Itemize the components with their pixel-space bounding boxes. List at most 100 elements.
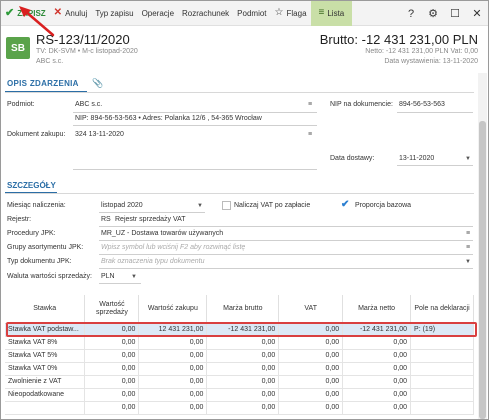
sale-value-cell[interactable]: 0,00	[84, 375, 140, 389]
purchase-value-cell[interactable]: 0,00	[138, 388, 208, 402]
vat-on-payment-checkbox[interactable]	[222, 201, 231, 210]
table-row[interactable]: Nieopodatkowane 0,00 0,00 0,00 0,00 0,00	[5, 388, 474, 402]
rate-cell[interactable]: Stawka VAT 5%	[5, 349, 86, 363]
entry-type-label: Typ zapisu	[95, 8, 134, 18]
settlement-menu[interactable]: Rozrachunek	[178, 1, 233, 26]
table-row[interactable]: Stawka VAT 0% 0,00 0,00 0,00 0,00 0,00	[5, 362, 474, 376]
currency-select[interactable]: PLN	[101, 273, 115, 280]
gear-icon[interactable]: ⚙	[422, 7, 444, 20]
rate-cell[interactable]: Nieopodatkowane	[5, 388, 86, 402]
purchase-value-cell[interactable]: 0,00	[138, 401, 208, 415]
sale-value-cell[interactable]: 0,00	[84, 388, 140, 402]
help-icon[interactable]: ?	[400, 8, 422, 20]
purchase-value-cell[interactable]: 12 431 231,00	[138, 323, 208, 337]
entity-menu[interactable]: Podmiot	[233, 1, 270, 26]
purchase-value-cell[interactable]: 0,00	[138, 362, 208, 376]
column-header[interactable]: Wartość sprzedaży	[84, 295, 140, 324]
sale-value-cell[interactable]: 0,00	[84, 401, 140, 415]
delivery-date-field[interactable]: 13-11-2020	[399, 155, 434, 162]
purchase-value-cell[interactable]: 0,00	[138, 375, 208, 389]
jpk-groups-label: Grupy asortymentu JPK:	[7, 244, 84, 251]
chevron-down-icon[interactable]: ▼	[465, 156, 471, 162]
jpk-groups-input[interactable]: Wpisz symbol lub wciśnij F2 aby rozwinąć…	[101, 244, 245, 251]
sale-value-cell[interactable]: 0,00	[84, 349, 140, 363]
vat-margin-table: Stawka Wartość sprzedaży Wartość zakupu …	[5, 295, 474, 415]
rate-cell[interactable]: Stawka VAT 0%	[5, 362, 86, 376]
table-row[interactable]: 0,00 0,00 0,00 0,00 0,00	[5, 401, 474, 415]
sale-value-cell[interactable]: 0,00	[84, 336, 140, 350]
jpk-procedures-field[interactable]: MR_UZ - Dostawa towarów używanych	[101, 230, 223, 237]
divider	[99, 240, 473, 241]
net-margin-cell: 0,00	[342, 336, 412, 350]
chevron-down-icon[interactable]: ▼	[131, 274, 137, 280]
maximize-icon[interactable]: ☐	[444, 7, 466, 20]
checkmark-icon[interactable]: ✔	[341, 199, 349, 210]
jpk-doc-type-label: Typ dokumentu JPK:	[7, 258, 72, 265]
menu-icon[interactable]: ≡	[466, 244, 470, 251]
menu-icon[interactable]: ≡	[466, 230, 470, 237]
paperclip-icon[interactable]: 📎	[92, 78, 103, 89]
chevron-down-icon[interactable]: ▼	[465, 259, 471, 265]
purchase-value-cell[interactable]: 0,00	[138, 349, 208, 363]
document-number: RS-123/11/2020	[36, 32, 130, 47]
close-icon[interactable]: ✕	[466, 7, 488, 20]
rate-cell[interactable]: Stawka VAT podstaw...	[5, 323, 86, 337]
net-margin-cell: 0,00	[342, 349, 412, 363]
star-icon: ☆	[274, 7, 284, 18]
vat-cell: 0,00	[278, 323, 344, 337]
entity-label: Podmiot	[237, 8, 267, 18]
month-select[interactable]: listopad 2020	[101, 202, 143, 209]
menu-icon[interactable]: ≡	[308, 131, 312, 138]
purchase-doc-field[interactable]: 324 13-11-2020	[75, 131, 124, 138]
table-row[interactable]: Stawka VAT 8% 0,00 0,00 0,00 0,00 0,00	[5, 336, 474, 350]
column-header[interactable]: Marża brutto	[206, 295, 280, 324]
divider	[99, 268, 473, 269]
vertical-scrollbar[interactable]	[478, 73, 487, 419]
column-header[interactable]: VAT	[278, 295, 344, 324]
flag-menu[interactable]: ☆ Flaga	[271, 1, 311, 26]
jpk-doc-type-select[interactable]: Brak oznaczenia typu dokumentu	[101, 258, 205, 265]
sale-value-cell[interactable]: 0,00	[84, 323, 140, 337]
vat-cell: 0,00	[278, 401, 344, 415]
nip-field[interactable]: 894-56-53-563	[399, 101, 445, 108]
cancel-button[interactable]: ✕ Anuluj	[50, 1, 92, 26]
operations-menu[interactable]: Operacje	[138, 1, 178, 26]
gross-total: Brutto: -12 431 231,00 PLN	[319, 32, 478, 47]
table-row[interactable]: Stawka VAT 5% 0,00 0,00 0,00 0,00 0,00	[5, 349, 474, 363]
scrollbar-thumb[interactable]	[479, 121, 486, 419]
entity-name-value[interactable]: ABC s.c.	[75, 101, 102, 108]
net-margin-cell: -12 431 231,00	[342, 323, 412, 337]
register-select[interactable]: Rejestr sprzedaży VAT	[115, 216, 186, 223]
vat-cell: 0,00	[278, 336, 344, 350]
currency-label: Waluta wartości sprzedaży:	[7, 273, 92, 280]
column-header[interactable]: Pole na deklaracji	[410, 295, 474, 324]
vat-on-payment-label: Naliczaj VAT po zapłacie	[234, 202, 311, 209]
list-label: Lista	[327, 8, 345, 18]
menu-icon[interactable]: ≡	[308, 101, 312, 108]
declaration-field-cell	[410, 336, 474, 350]
document-meta: TV: DK-SVM • M-c listopad-2020	[36, 48, 138, 55]
sale-value-cell[interactable]: 0,00	[84, 362, 140, 376]
column-header[interactable]: Marża netto	[342, 295, 412, 324]
rate-cell[interactable]: Stawka VAT 8%	[5, 336, 86, 350]
gross-margin-cell: 0,00	[206, 349, 280, 363]
rate-cell[interactable]	[5, 401, 86, 415]
register-label: Rejestr:	[7, 216, 32, 223]
declaration-field-cell	[410, 349, 474, 363]
nip-field-label: NIP na dokumencie:	[330, 101, 393, 108]
gross-margin-cell: 0,00	[206, 375, 280, 389]
column-header[interactable]: Wartość zakupu	[138, 295, 208, 324]
net-margin-cell: 0,00	[342, 388, 412, 402]
tab-event-description[interactable]: OPIS ZDARZENIA	[7, 79, 79, 88]
table-row[interactable]: Zwolnienie z VAT 0,00 0,00 0,00 0,00 0,0…	[5, 375, 474, 389]
column-header[interactable]: Stawka	[5, 295, 86, 324]
delivery-date-label: Data dostawy:	[330, 155, 375, 162]
entry-type-menu[interactable]: Typ zapisu	[91, 1, 137, 26]
table-row[interactable]: Stawka VAT podstaw... 0,00 12 431 231,00…	[5, 323, 474, 337]
chevron-down-icon[interactable]: ▼	[197, 203, 203, 209]
list-icon: ≡	[318, 7, 325, 18]
rate-cell[interactable]: Zwolnienie z VAT	[5, 375, 86, 389]
list-button[interactable]: ≡ Lista	[310, 1, 353, 26]
save-button[interactable]: ✔ ZAPISZ	[1, 1, 50, 26]
purchase-value-cell[interactable]: 0,00	[138, 336, 208, 350]
